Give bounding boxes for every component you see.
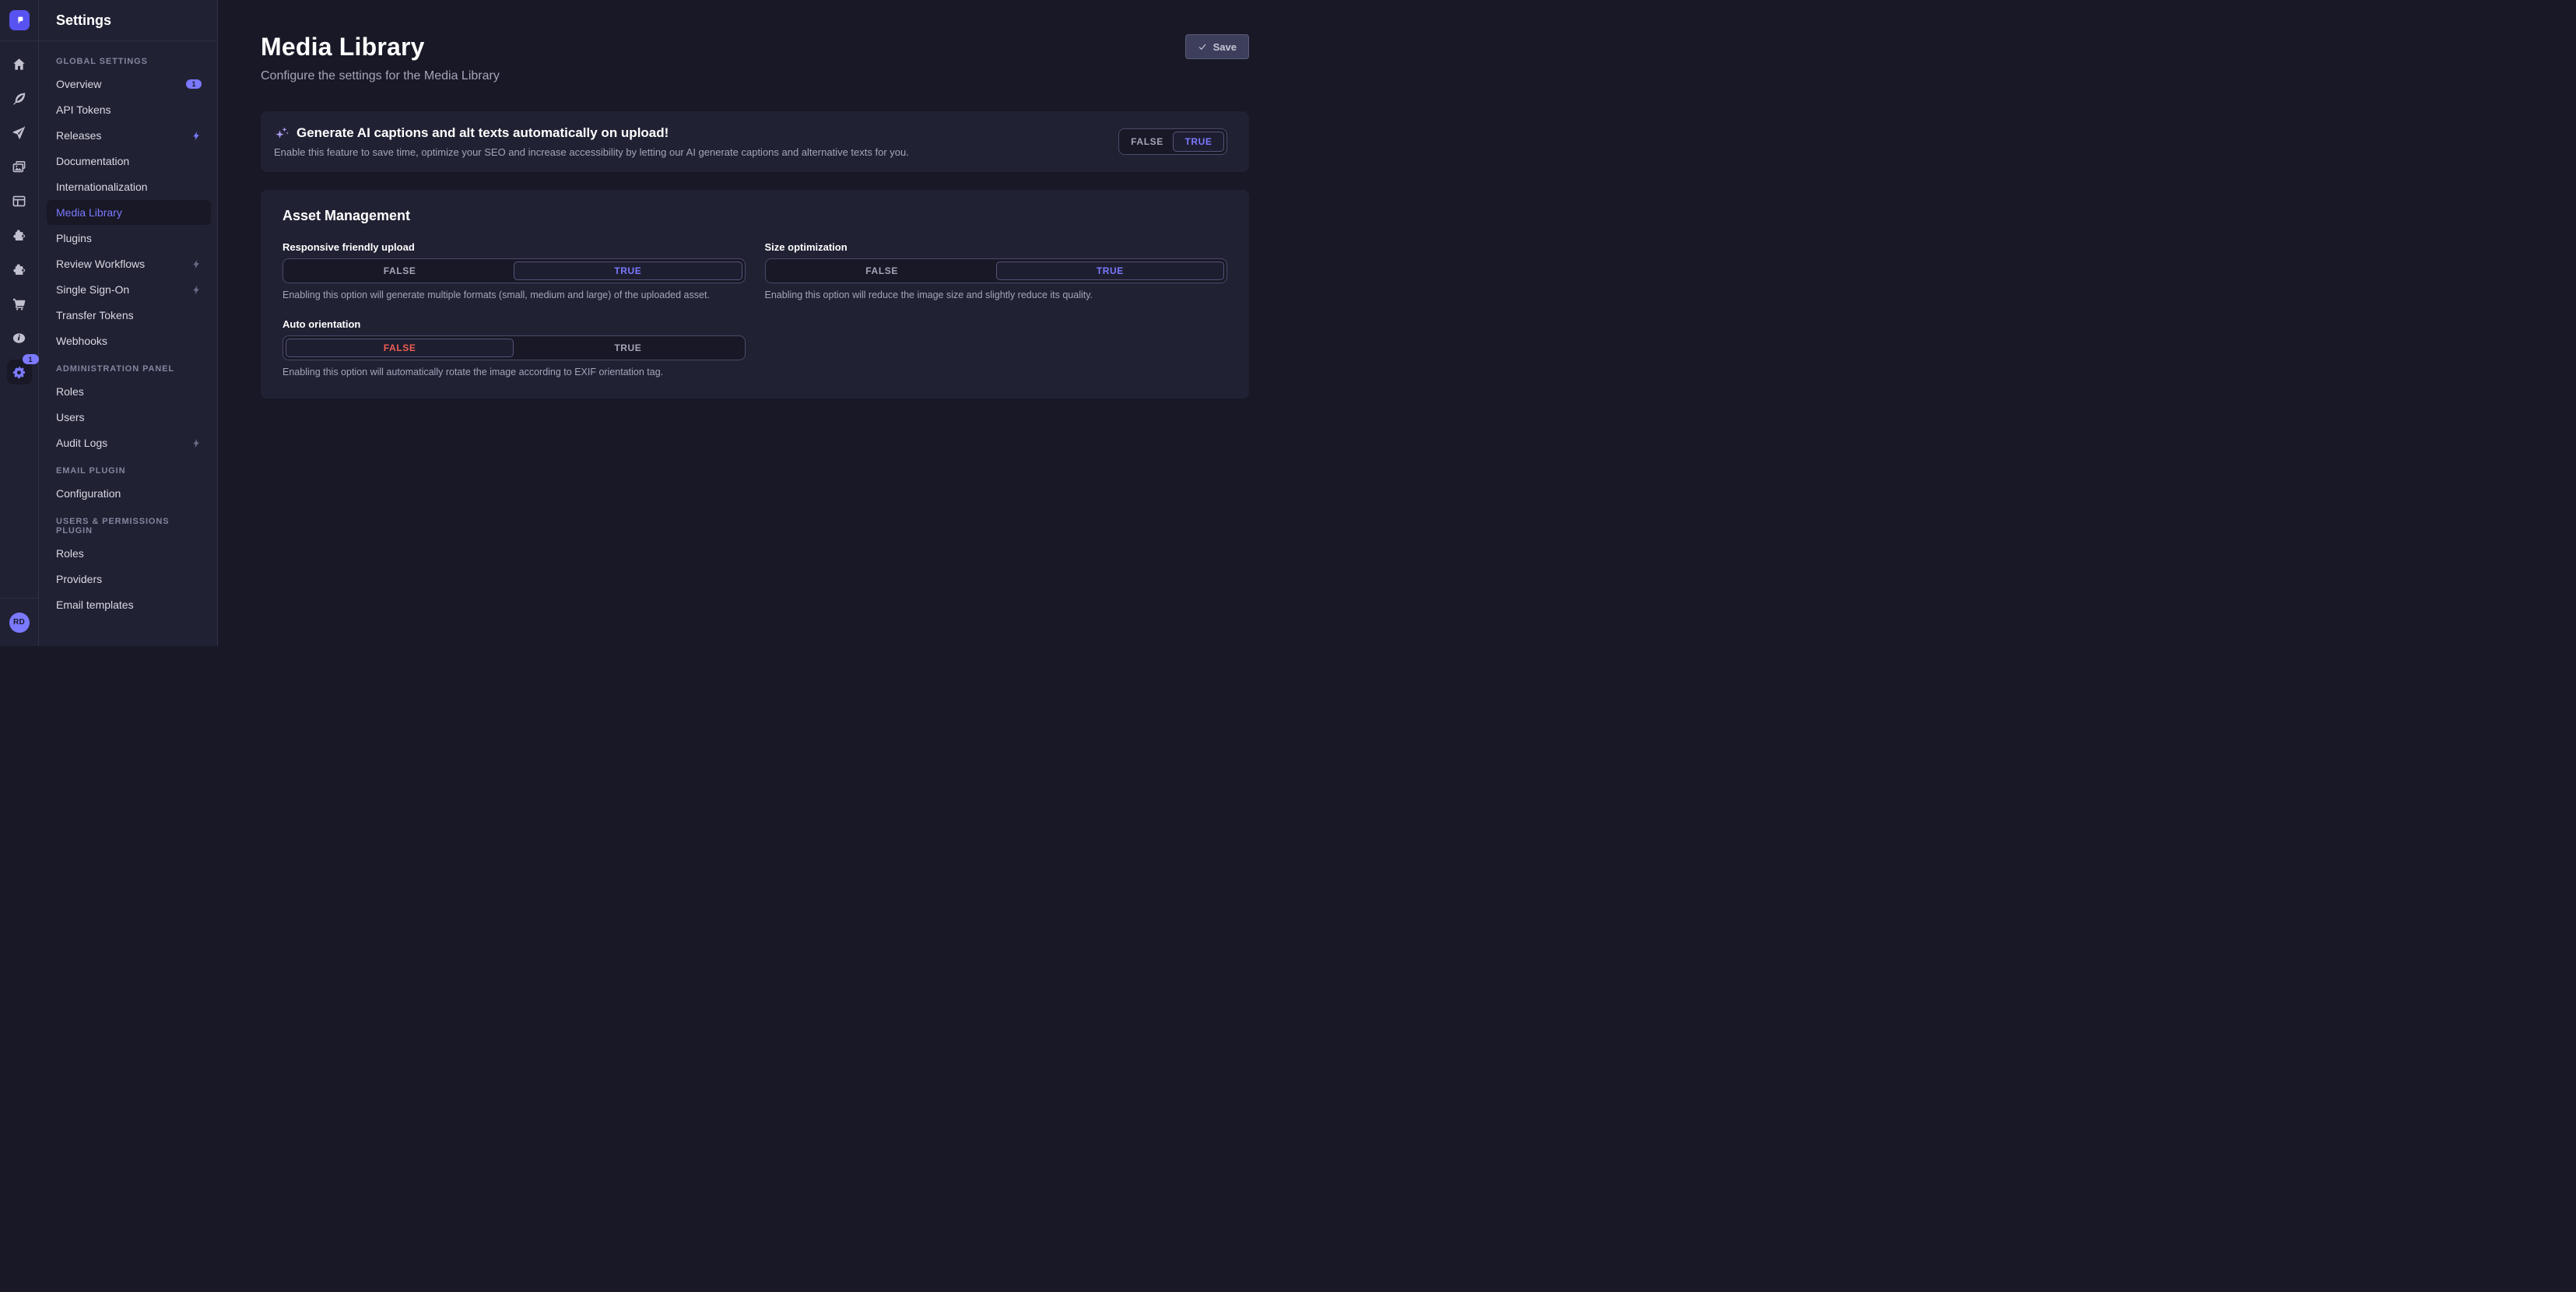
- size-optimization-toggle-false[interactable]: FALSE: [768, 262, 996, 280]
- sidebar-item-up-roles[interactable]: Roles: [47, 541, 211, 566]
- sidebar-title: Settings: [39, 0, 217, 41]
- puzzle-piece-icon[interactable]: [7, 257, 32, 282]
- check-icon: [1198, 42, 1207, 51]
- gear-icon[interactable]: 1: [7, 360, 32, 384]
- field-auto-orientation: Auto orientation FALSE TRUE Enabling thi…: [283, 318, 746, 377]
- section-label-email-plugin: EMAIL PLUGIN: [39, 466, 217, 476]
- field-label: Auto orientation: [283, 318, 746, 330]
- section-label-users-permissions-plugin: USERS & PERMISSIONS PLUGIN: [39, 517, 217, 535]
- sidebar-item-internationalization[interactable]: Internationalization: [47, 174, 211, 199]
- field-size-optimization: Size optimization FALSE TRUE Enabling th…: [765, 241, 1228, 300]
- settings-sidebar: Settings GLOBAL SETTINGS Overview 1 API …: [39, 0, 218, 646]
- lightning-icon: [191, 438, 202, 448]
- sidebar-item-transfer-tokens[interactable]: Transfer Tokens: [47, 303, 211, 328]
- home-icon[interactable]: [7, 51, 32, 76]
- responsive-toggle-false[interactable]: FALSE: [286, 262, 514, 280]
- overview-badge: 1: [186, 79, 202, 89]
- paper-plane-icon[interactable]: [7, 120, 32, 145]
- icon-rail: 1 RD: [0, 0, 39, 646]
- sidebar-item-admin-users[interactable]: Users: [47, 405, 211, 430]
- sidebar-item-email-configuration[interactable]: Configuration: [47, 481, 211, 506]
- field-label: Size optimization: [765, 241, 1228, 253]
- sidebar-item-single-sign-on[interactable]: Single Sign-On: [47, 277, 211, 302]
- banner-title: Generate AI captions and alt texts autom…: [297, 125, 669, 141]
- rail-footer: RD: [0, 598, 38, 646]
- ai-captions-toggle: FALSE TRUE: [1118, 128, 1227, 155]
- field-label: Responsive friendly upload: [283, 241, 746, 253]
- sparkles-icon: [274, 125, 290, 141]
- pictures-icon[interactable]: [7, 154, 32, 179]
- settings-notification-badge: 1: [23, 354, 39, 364]
- sidebar-item-webhooks[interactable]: Webhooks: [47, 328, 211, 353]
- auto-orientation-toggle-false[interactable]: FALSE: [286, 339, 514, 357]
- shopping-cart-icon[interactable]: [7, 291, 32, 316]
- sidebar-item-media-library[interactable]: Media Library: [47, 200, 211, 225]
- lightning-icon: [191, 285, 202, 295]
- sidebar-item-releases[interactable]: Releases: [47, 123, 211, 148]
- sidebar-item-audit-logs[interactable]: Audit Logs: [47, 430, 211, 455]
- rail-icon-list: 1: [0, 41, 38, 598]
- banner-description: Enable this feature to save time, optimi…: [274, 146, 1118, 158]
- responsive-friendly-upload-toggle: FALSE TRUE: [283, 258, 746, 283]
- field-hint: Enabling this option will reduce the ima…: [765, 290, 1228, 300]
- auto-orientation-toggle: FALSE TRUE: [283, 335, 746, 360]
- save-button[interactable]: Save: [1185, 34, 1249, 59]
- sidebar-item-plugins[interactable]: Plugins: [47, 226, 211, 251]
- sidebar-item-review-workflows[interactable]: Review Workflows: [47, 251, 211, 276]
- avatar[interactable]: RD: [9, 613, 30, 633]
- field-hint: Enabling this option will generate multi…: [283, 290, 746, 300]
- strapi-logo[interactable]: [9, 10, 30, 30]
- size-optimization-toggle-true[interactable]: TRUE: [996, 262, 1224, 280]
- puzzle-piece-icon[interactable]: [7, 223, 32, 248]
- auto-orientation-toggle-true[interactable]: TRUE: [514, 339, 742, 357]
- strapi-logo-icon: [13, 14, 26, 26]
- layout-icon[interactable]: [7, 188, 32, 213]
- info-icon[interactable]: [7, 325, 32, 350]
- feather-icon[interactable]: [7, 86, 32, 111]
- page-title: Media Library: [261, 33, 500, 61]
- sidebar-item-documentation[interactable]: Documentation: [47, 149, 211, 174]
- main-content: Media Library Configure the settings for…: [218, 0, 1288, 646]
- asset-management-card: Asset Management Responsive friendly upl…: [261, 190, 1249, 398]
- page-subtitle: Configure the settings for the Media Lib…: [261, 69, 500, 83]
- lightning-icon: [191, 131, 202, 141]
- sidebar-item-email-templates[interactable]: Email templates: [47, 592, 211, 617]
- lightning-icon: [191, 259, 202, 269]
- asset-management-title: Asset Management: [283, 208, 1227, 224]
- size-optimization-toggle: FALSE TRUE: [765, 258, 1228, 283]
- ai-captions-banner: Generate AI captions and alt texts autom…: [261, 111, 1249, 172]
- sidebar-item-providers[interactable]: Providers: [47, 567, 211, 592]
- sidebar-item-admin-roles[interactable]: Roles: [47, 379, 211, 404]
- sidebar-item-overview[interactable]: Overview 1: [47, 72, 211, 97]
- field-hint: Enabling this option will automatically …: [283, 367, 746, 377]
- rail-logo-area: [0, 0, 38, 41]
- section-label-administration-panel: ADMINISTRATION PANEL: [39, 364, 217, 374]
- sidebar-item-api-tokens[interactable]: API Tokens: [47, 97, 211, 122]
- ai-captions-toggle-false[interactable]: FALSE: [1121, 132, 1173, 152]
- sidebar-nav: GLOBAL SETTINGS Overview 1 API Tokens Re…: [39, 41, 217, 646]
- field-responsive-friendly-upload: Responsive friendly upload FALSE TRUE En…: [283, 241, 746, 300]
- ai-captions-toggle-true[interactable]: TRUE: [1173, 132, 1224, 152]
- page-header: Media Library Configure the settings for…: [261, 33, 1249, 83]
- responsive-toggle-true[interactable]: TRUE: [514, 262, 742, 280]
- section-label-global-settings: GLOBAL SETTINGS: [39, 57, 217, 66]
